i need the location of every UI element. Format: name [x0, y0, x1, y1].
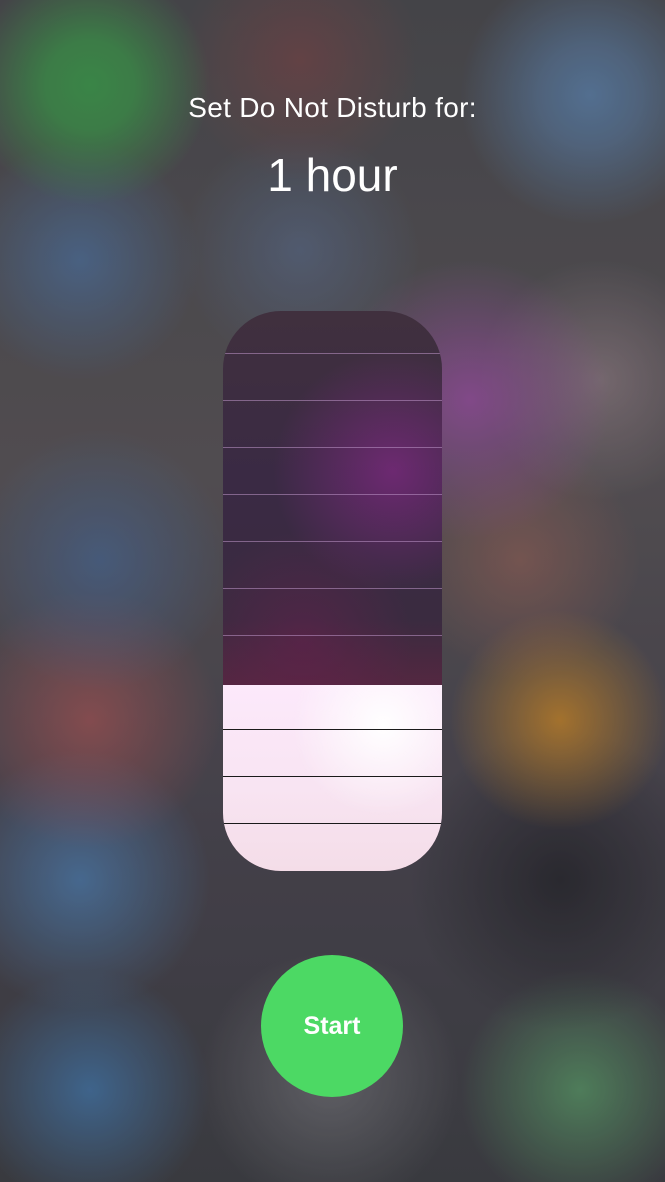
segment-divider	[223, 635, 442, 636]
segment-divider	[223, 400, 442, 401]
segment-divider	[223, 729, 442, 730]
segment-divider	[223, 823, 442, 824]
dnd-prompt-title: Set Do Not Disturb for:	[188, 92, 477, 123]
segment-divider	[223, 776, 442, 777]
segment-divider	[223, 447, 442, 448]
slider-segment-lines	[223, 311, 442, 871]
dnd-duration-value: 1 hour	[267, 149, 398, 201]
segment-divider	[223, 541, 442, 542]
segment-divider	[223, 353, 442, 354]
segment-divider	[223, 494, 442, 495]
segment-divider	[223, 588, 442, 589]
duration-slider[interactable]	[223, 311, 442, 871]
start-button[interactable]: Start	[261, 955, 403, 1097]
